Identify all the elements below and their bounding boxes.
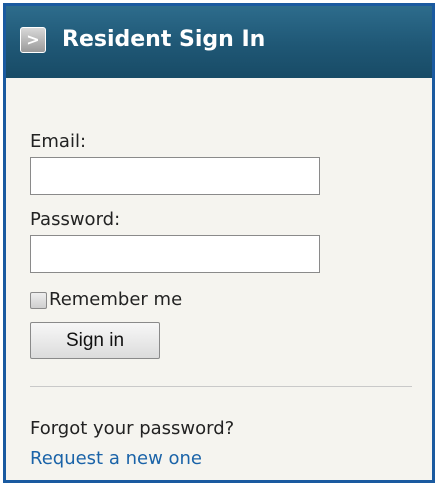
password-field[interactable] [30,235,320,273]
panel-header: > Resident Sign In [6,6,432,78]
forgot-password-text: Forgot your password? [30,418,235,439]
email-label: Email: [30,131,87,152]
email-field[interactable] [30,157,320,195]
chevron-right-icon[interactable]: > [20,27,46,53]
remember-me-label[interactable]: Remember me [49,289,182,311]
divider [30,386,412,387]
remember-me-row[interactable]: Remember me [30,289,182,311]
sign-in-button[interactable]: Sign in [30,322,160,359]
resident-sign-in-panel: > Resident Sign In Email: Password: Reme… [3,3,435,483]
panel-title: Resident Sign In [62,27,266,52]
password-label: Password: [30,209,121,230]
request-new-password-link[interactable]: Request a new one [30,448,202,470]
chevron-glyph: > [26,30,40,49]
remember-me-checkbox[interactable] [30,291,47,309]
